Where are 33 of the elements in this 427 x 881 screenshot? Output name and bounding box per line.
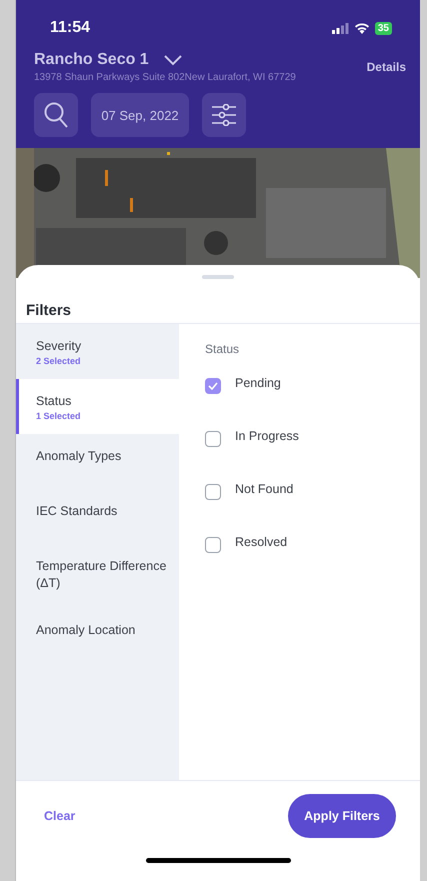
filter-settings-button[interactable] — [202, 93, 246, 137]
chevron-down-icon[interactable] — [162, 54, 183, 66]
section-title: Status — [205, 342, 240, 356]
search-button[interactable] — [34, 93, 78, 137]
sliders-icon — [211, 104, 237, 126]
drag-handle[interactable] — [202, 275, 234, 279]
site-name[interactable]: Rancho Seco 1 — [34, 51, 149, 69]
site-address: 13978 Shaun Parkways Suite 802New Laurafort, WI 67729 — [34, 72, 296, 83]
checkbox[interactable] — [205, 431, 221, 447]
category-tab[interactable]: Anomaly Types — [16, 434, 179, 489]
category-tab[interactable]: Anomaly Location — [16, 608, 179, 663]
category-tab[interactable]: Temperature Difference (ΔT) — [16, 544, 179, 608]
check-icon — [208, 382, 218, 390]
search-icon — [43, 101, 69, 129]
category-tab[interactable]: Severity 2 Selected — [16, 324, 179, 379]
signal-icon — [332, 22, 349, 34]
status-time: 11:54 — [50, 19, 90, 37]
option-label[interactable]: Pending — [235, 376, 281, 390]
option-label[interactable]: Not Found — [235, 482, 294, 496]
category-tab[interactable]: IEC Standards — [16, 489, 179, 544]
category-tab[interactable]: Status 1 Selected — [16, 379, 179, 434]
wifi-icon — [354, 22, 370, 34]
apply-filters-button[interactable]: Apply Filters — [288, 794, 396, 838]
clear-link[interactable]: Clear — [44, 809, 76, 823]
details-link[interactable]: Details — [366, 60, 406, 74]
date-button[interactable]: 07 Sep, 2022 — [91, 93, 189, 137]
option-label[interactable]: In Progress — [235, 429, 299, 443]
sheet-title: Filters — [25, 301, 72, 321]
checkbox[interactable] — [205, 484, 221, 500]
checkbox[interactable] — [205, 378, 221, 394]
checkbox[interactable] — [205, 537, 221, 553]
battery-level: 35 — [374, 22, 392, 34]
option-label[interactable]: Resolved — [235, 535, 288, 549]
